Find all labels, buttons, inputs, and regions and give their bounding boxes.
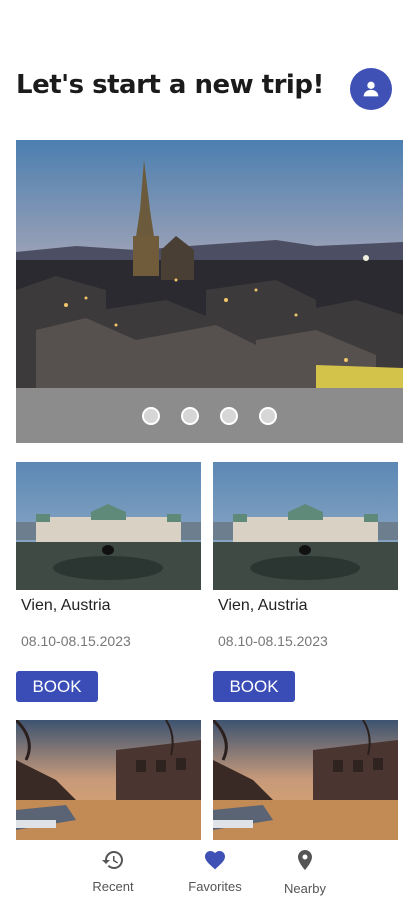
hero-carousel[interactable] — [16, 140, 403, 443]
trip-card-image — [16, 720, 201, 840]
trip-card-image — [213, 720, 398, 840]
trip-card-date: 08.10-08.15.2023 — [21, 633, 131, 649]
book-button[interactable]: BOOK — [213, 671, 295, 702]
carousel-indicators — [16, 388, 403, 443]
profile-avatar-button[interactable] — [350, 68, 392, 110]
trip-card-title: Vien, Austria — [218, 597, 308, 614]
nav-label: Favorites — [188, 879, 242, 894]
trip-card[interactable] — [16, 720, 201, 840]
trip-card-date: 08.10-08.15.2023 — [218, 633, 328, 649]
page-title: Let's start a new trip! — [16, 70, 324, 100]
nav-item-favorites[interactable]: Favorites — [170, 840, 260, 902]
trip-card[interactable] — [213, 720, 398, 840]
nav-item-nearby[interactable]: Nearby — [260, 840, 350, 902]
trip-card[interactable]: Vien, Austria 08.10-08.15.2023 BOOK — [16, 462, 201, 702]
heart-icon — [205, 851, 225, 870]
carousel-dot-2[interactable] — [181, 406, 199, 425]
trip-card-image — [213, 462, 398, 590]
trip-card-image — [16, 462, 201, 590]
person-icon — [363, 81, 379, 97]
location-pin-icon — [298, 850, 312, 870]
history-icon — [102, 851, 123, 869]
nav-label: Nearby — [284, 881, 326, 896]
carousel-dot-1[interactable] — [142, 406, 160, 425]
header: Let's start a new trip! — [16, 64, 404, 112]
trip-card-title: Vien, Austria — [21, 597, 111, 614]
bottom-navigation: Recent Favorites Nearby — [0, 840, 420, 902]
nav-label: Recent — [92, 879, 134, 894]
book-button[interactable]: BOOK — [16, 671, 98, 702]
nav-item-recent[interactable]: Recent — [68, 840, 158, 902]
trip-card[interactable]: Vien, Austria 08.10-08.15.2023 BOOK — [213, 462, 398, 702]
carousel-dot-3[interactable] — [220, 406, 238, 425]
hero-image — [16, 140, 403, 388]
carousel-dot-4[interactable] — [259, 406, 277, 425]
